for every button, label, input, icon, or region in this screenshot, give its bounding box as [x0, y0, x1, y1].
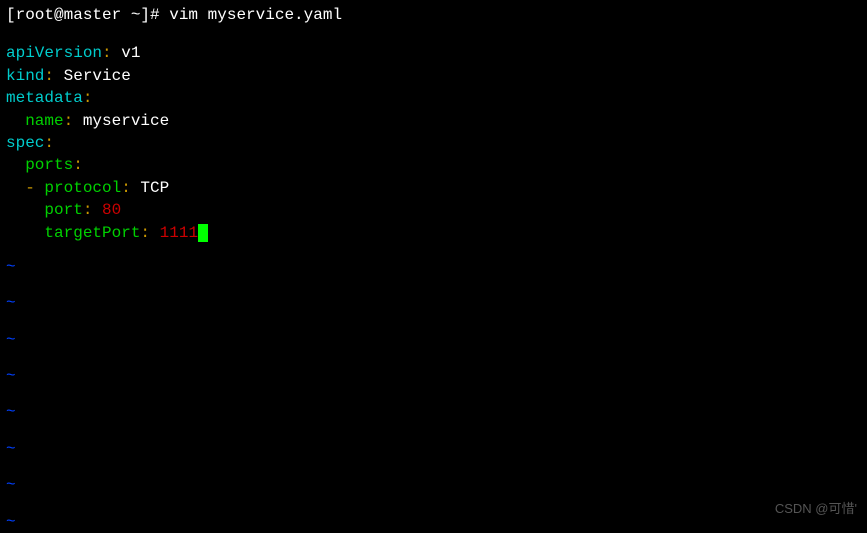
yaml-value: myservice	[73, 112, 169, 130]
yaml-colon: :	[140, 224, 150, 242]
vim-tilde-line: ~	[6, 438, 861, 460]
vim-tilde-line: ~	[6, 329, 861, 351]
yaml-key: port	[44, 201, 82, 219]
yaml-line[interactable]: metadata:	[6, 87, 861, 109]
yaml-key: targetPort	[44, 224, 140, 242]
yaml-colon: :	[44, 67, 54, 85]
yaml-line[interactable]: name: myservice	[6, 110, 861, 132]
yaml-value: 80	[92, 201, 121, 219]
vim-editor-content[interactable]: apiVersion: v1kind: Servicemetadata: nam…	[6, 42, 861, 244]
yaml-colon: :	[44, 134, 54, 152]
yaml-key: kind	[6, 67, 44, 85]
yaml-key: apiVersion	[6, 44, 102, 62]
watermark: CSDN @可惜'	[775, 500, 857, 518]
yaml-line[interactable]: port: 80	[6, 199, 861, 221]
vim-tilde-line: ~	[6, 401, 861, 423]
yaml-line[interactable]: targetPort: 1111	[6, 222, 861, 244]
vim-cursor	[198, 224, 208, 242]
yaml-colon: :	[73, 156, 83, 174]
yaml-colon: :	[121, 179, 131, 197]
yaml-line[interactable]: ports:	[6, 154, 861, 176]
yaml-key: metadata	[6, 89, 83, 107]
yaml-key: spec	[6, 134, 44, 152]
yaml-key: ports	[25, 156, 73, 174]
yaml-value: v1	[112, 44, 141, 62]
shell-prompt-line: [root@master ~]# vim myservice.yaml	[6, 4, 861, 26]
yaml-line[interactable]: apiVersion: v1	[6, 42, 861, 64]
yaml-colon: :	[83, 89, 93, 107]
vim-tilde-line: ~	[6, 511, 861, 533]
vim-tilde-line: ~	[6, 365, 861, 387]
yaml-key: protocol	[44, 179, 121, 197]
yaml-key: name	[25, 112, 63, 130]
yaml-colon: :	[102, 44, 112, 62]
vim-empty-lines: ~ ~ ~ ~ ~ ~ ~ ~	[6, 256, 861, 533]
yaml-value: Service	[54, 67, 131, 85]
vim-tilde-line: ~	[6, 292, 861, 314]
yaml-dash: -	[25, 179, 44, 197]
yaml-line[interactable]: - protocol: TCP	[6, 177, 861, 199]
yaml-colon: :	[83, 201, 93, 219]
yaml-value: TCP	[131, 179, 169, 197]
yaml-value: 1111	[150, 224, 198, 242]
yaml-line[interactable]: kind: Service	[6, 65, 861, 87]
vim-tilde-line: ~	[6, 474, 861, 496]
yaml-line[interactable]: spec:	[6, 132, 861, 154]
yaml-colon: :	[64, 112, 74, 130]
prompt-text: [root@master ~]# vim myservice.yaml	[6, 6, 342, 24]
vim-tilde-line: ~	[6, 256, 861, 278]
